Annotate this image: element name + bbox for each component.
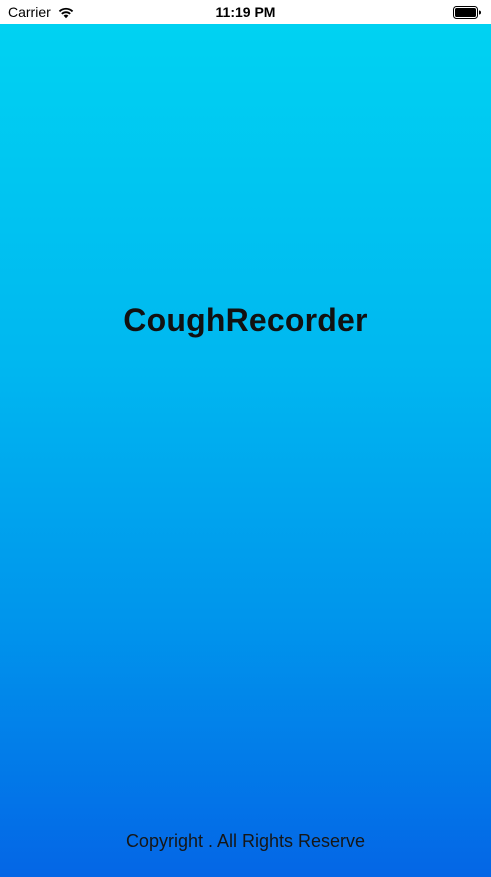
status-time: 11:19 PM: [215, 4, 276, 20]
app-screen: Carrier 11:19 PM CoughRecorder Copyright…: [0, 0, 491, 877]
app-title: CoughRecorder: [123, 302, 368, 338]
splash-background: CoughRecorder Copyright . All Rights Res…: [0, 24, 491, 877]
copyright-footer: Copyright . All Rights Reserve: [125, 831, 366, 851]
battery-icon: [453, 6, 481, 19]
status-bar: Carrier 11:19 PM: [0, 0, 491, 24]
